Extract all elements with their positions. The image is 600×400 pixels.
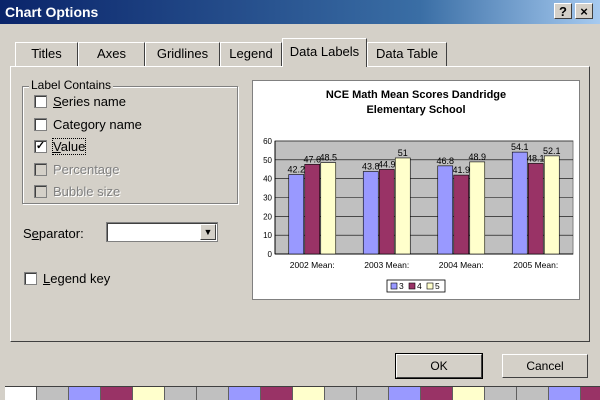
legend-key-option[interactable]: Legend key — [24, 270, 110, 286]
value-checkbox[interactable]: ✓ — [34, 140, 47, 154]
y-tick-label: 10 — [263, 231, 272, 240]
bar — [362, 171, 379, 255]
bar — [469, 161, 486, 255]
bubble-size-label: Bubble size — [53, 184, 121, 200]
tab-titles[interactable]: Titles — [15, 42, 78, 66]
category-name-checkbox[interactable] — [34, 118, 47, 132]
bar — [437, 165, 454, 255]
bar — [527, 163, 544, 255]
data-label: 52.1 — [543, 146, 561, 156]
strip-cell — [293, 387, 325, 400]
bubble-size-checkbox — [34, 185, 47, 199]
ok-button[interactable]: OK — [395, 353, 483, 379]
worksheet-color-strip — [5, 386, 600, 400]
data-label: 48.1 — [527, 153, 545, 163]
bar — [304, 164, 321, 255]
chart-preview: NCE Math Mean Scores Dandridge Elementary… — [252, 80, 580, 300]
chevron-down-icon[interactable]: ▼ — [200, 224, 216, 240]
data-label: 48.9 — [468, 152, 486, 162]
percentage-label: Percentage — [53, 162, 120, 178]
bar — [453, 174, 470, 255]
title-bar: Chart Options ? × — [0, 0, 600, 24]
strip-cell — [229, 387, 261, 400]
strip-cell — [261, 387, 293, 400]
value-option[interactable]: ✓ Value — [34, 138, 87, 156]
strip-cell — [581, 387, 600, 400]
bar — [378, 169, 395, 255]
strip-cell — [421, 387, 453, 400]
strip-cell — [101, 387, 133, 400]
data-label: 46.8 — [436, 156, 454, 166]
strip-cell — [357, 387, 389, 400]
series-name-checkbox[interactable] — [34, 95, 47, 109]
data-label: 41.9 — [452, 165, 470, 175]
percentage-option: Percentage — [34, 161, 120, 177]
x-tick-label: 2004 Mean: — [439, 260, 484, 270]
data-label: 47.6 — [303, 154, 321, 164]
data-label: 54.1 — [511, 142, 529, 152]
strip-cell — [37, 387, 69, 400]
help-button[interactable]: ? — [554, 3, 572, 19]
strip-cell — [133, 387, 165, 400]
data-label: 51 — [398, 148, 408, 158]
bar — [394, 157, 411, 255]
y-tick-label: 50 — [263, 156, 272, 165]
x-tick-label: 2002 Mean: — [290, 260, 335, 270]
value-label: Value — [51, 138, 87, 156]
legend-swatch — [408, 282, 416, 290]
label-contains-title: Label Contains — [29, 78, 114, 92]
legend-label: 4 — [417, 281, 422, 291]
close-button[interactable]: × — [575, 3, 593, 19]
y-tick-label: 60 — [263, 137, 272, 146]
legend-key-checkbox[interactable] — [24, 272, 37, 286]
window-title: Chart Options — [5, 4, 99, 20]
data-label: 44.9 — [378, 159, 396, 169]
series-name-label: Series name — [53, 94, 126, 110]
category-name-label: Category name — [53, 117, 142, 133]
data-label: 42.2 — [287, 165, 305, 175]
bubble-size-option: Bubble size — [34, 183, 120, 199]
bar — [511, 151, 528, 255]
cancel-button[interactable]: Cancel — [502, 354, 588, 378]
strip-cell — [5, 387, 37, 400]
strip-cell — [453, 387, 485, 400]
legend-label: 3 — [399, 281, 404, 291]
strip-cell — [485, 387, 517, 400]
separator-select[interactable]: ▼ — [106, 222, 218, 242]
bar — [288, 174, 305, 255]
tab-data-labels[interactable]: Data Labels — [282, 38, 367, 67]
chart-title-line: Elementary School — [366, 104, 465, 116]
y-tick-label: 30 — [263, 194, 272, 203]
tab-gridlines[interactable]: Gridlines — [145, 42, 220, 66]
category-name-option[interactable]: Category name — [34, 116, 142, 132]
series-name-option[interactable]: Series name — [34, 93, 126, 109]
legend-label: 5 — [435, 281, 440, 291]
strip-cell — [197, 387, 229, 400]
strip-cell — [517, 387, 549, 400]
strip-cell — [69, 387, 101, 400]
percentage-checkbox — [34, 163, 47, 177]
strip-cell — [165, 387, 197, 400]
strip-cell — [325, 387, 357, 400]
data-label: 48.5 — [319, 153, 337, 163]
tab-data-table[interactable]: Data Table — [367, 42, 447, 66]
legend-key-label: Legend key — [43, 271, 111, 287]
strip-cell — [389, 387, 421, 400]
y-tick-label: 0 — [268, 250, 273, 259]
legend-swatch — [390, 282, 398, 290]
tab-legend[interactable]: Legend — [220, 42, 282, 66]
y-tick-label: 20 — [263, 212, 272, 221]
bar — [543, 155, 560, 255]
data-label: 43.8 — [362, 162, 380, 172]
chart-svg: NCE Math Mean Scores Dandridge Elementary… — [263, 89, 574, 293]
strip-cell — [549, 387, 581, 400]
y-tick-label: 40 — [263, 175, 272, 184]
chart-title-line: NCE Math Mean Scores Dandridge — [326, 89, 506, 101]
separator-label: Separator: — [23, 226, 84, 241]
legend-swatch — [426, 282, 434, 290]
x-tick-label: 2003 Mean: — [364, 260, 409, 270]
x-tick-label: 2005 Mean: — [513, 260, 558, 270]
bar — [320, 162, 337, 255]
tab-axes[interactable]: Axes — [78, 42, 145, 66]
